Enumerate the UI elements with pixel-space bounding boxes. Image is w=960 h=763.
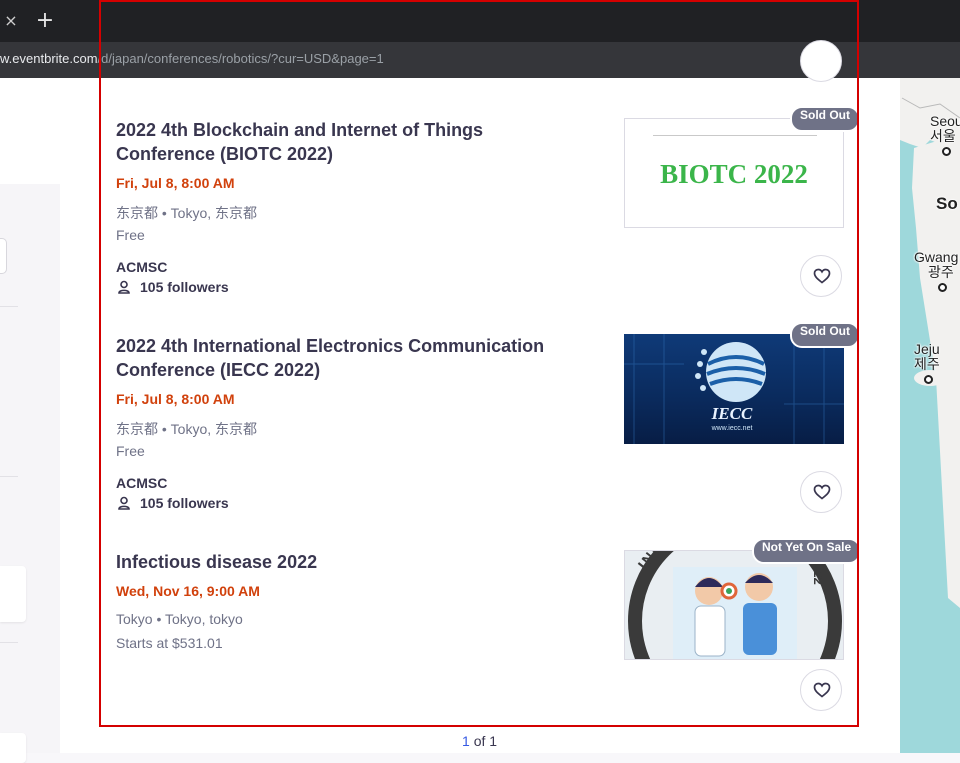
event-title[interactable]: Infectious disease 2022 [116,550,586,574]
map[interactable]: Seoul서울 So Gwang광주 Jeju제주 [900,78,960,753]
filter-card[interactable] [0,566,26,622]
pagination-of: of [473,733,486,749]
event-location: 东京都 • Tokyo, 东京都 [116,421,258,437]
like-button[interactable] [800,40,842,82]
event-image-year: 022 [811,563,826,585]
divider [0,642,18,643]
event-date: Fri, Jul 8, 8:00 AM [116,391,235,407]
filter-panel [0,78,60,763]
event-followers: 105 followers [116,279,229,295]
heart-icon [813,484,831,500]
total-pages: 1 [489,733,498,749]
like-button[interactable] [800,471,842,513]
event-organizer[interactable]: ACMSC [116,259,167,275]
event-image-url: www.iecc.net [711,425,753,432]
divider [0,476,18,477]
map-land [900,78,960,608]
new-tab-icon[interactable]: + [34,10,56,32]
tab-close-icon[interactable]: × [2,12,20,30]
user-icon [118,280,130,294]
event-organizer[interactable]: ACMSC [116,475,167,491]
event-date: Wed, Nov 16, 9:00 AM [116,583,260,599]
browser-tab-bar: × + [0,0,960,42]
event-card[interactable]: 2022 4th International Electronics Commu… [116,322,860,524]
filter-toggle[interactable] [0,238,7,274]
event-card[interactable]: 2022 4th Blockchain and Internet of Thin… [116,106,860,308]
event-title[interactable]: 2022 4th Blockchain and Internet of Thin… [116,118,586,166]
event-image-title: BIOTC 2022 [660,159,808,189]
heart-icon [813,268,831,284]
event-followers: 105 followers [116,495,229,511]
event-image[interactable]: IECC www.iecc.net [624,334,844,444]
event-image[interactable]: INFEC 022 [624,550,844,660]
sold-out-badge: Sold Out [790,106,860,132]
not-on-sale-badge: Not Yet On Sale [752,538,862,564]
event-location: 东京都 • Tokyo, 东京都 [116,205,258,221]
event-price: Starts at $531.01 [116,635,223,651]
event-image[interactable]: BIOTC 2022 [624,118,844,228]
divider [0,306,18,307]
event-image-logo: IECC [711,404,753,423]
filter-card[interactable] [0,733,26,763]
url-host: w.eventbrite.com [0,51,98,66]
event-price: Free [116,227,145,243]
event-price: Free [116,443,145,459]
event-card[interactable]: Infectious disease 2022 Wed, Nov 16, 9:0… [116,538,862,720]
sold-out-badge: Sold Out [790,322,860,348]
event-title[interactable]: 2022 4th International Electronics Commu… [116,334,586,382]
map-city-gwangju: Gwang 광주 [914,250,958,295]
url-path: /d/japan/conferences/robotics/?cur=USD&p… [97,51,384,66]
pagination: 1 of 1 [462,733,497,749]
filter-panel-background [0,184,60,753]
user-icon [118,496,130,510]
current-page[interactable]: 1 [462,733,470,749]
event-date: Fri, Jul 8, 8:00 AM [116,175,235,191]
map-city-jeju: Jeju 제주 [914,342,940,387]
map-city-seoul: Seoul서울 [930,114,960,159]
followers-count: 105 followers [140,495,229,511]
heart-icon [813,682,831,698]
event-location: Tokyo • Tokyo, tokyo [116,611,243,627]
url-text[interactable]: w.eventbrite.com/d/japan/conferences/rob… [0,51,384,66]
like-button[interactable] [800,669,842,711]
like-button[interactable] [800,255,842,297]
followers-count: 105 followers [140,279,229,295]
map-city-so: So [936,194,958,213]
